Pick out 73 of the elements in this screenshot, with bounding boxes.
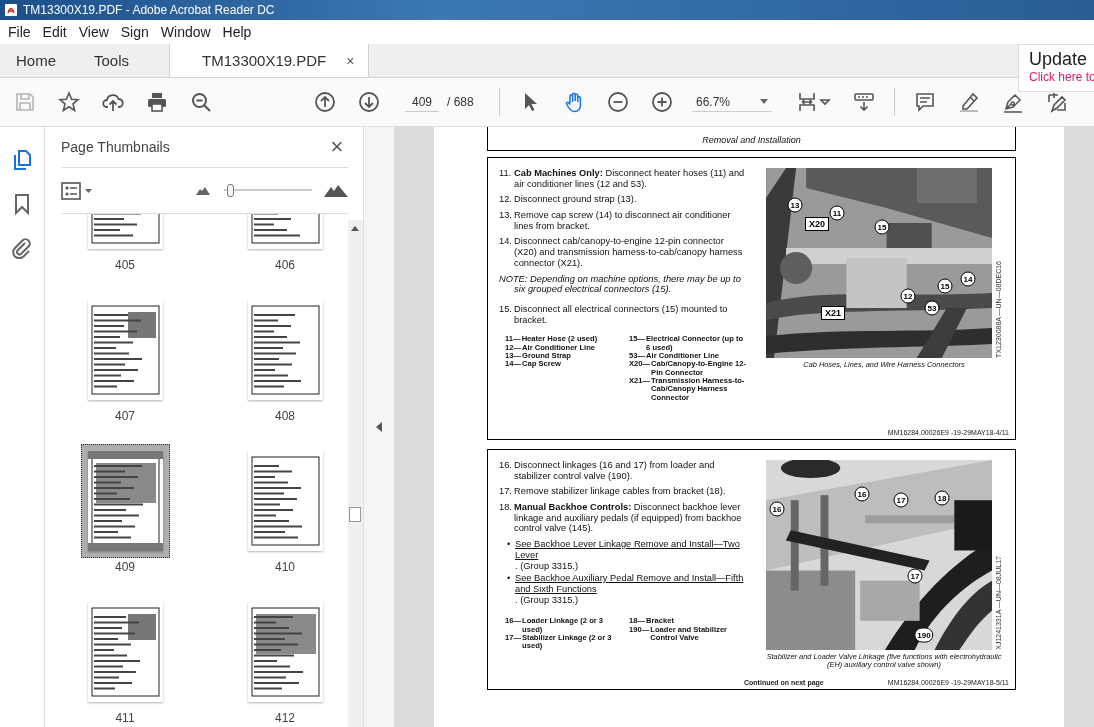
step-number: 17. (499, 486, 513, 498)
thumbnail-label: 411 (115, 711, 135, 725)
page-thumbnail[interactable] (80, 444, 170, 558)
step-number: 16. (499, 460, 513, 472)
menu-item[interactable]: View (72, 24, 115, 40)
link[interactable]: See Backhoe Lever Linkage Remove and Install—Two Lever (515, 539, 749, 561)
zoom-out-icon[interactable] (607, 91, 629, 113)
pen-icon[interactable] (1002, 91, 1024, 113)
print-icon[interactable] (146, 91, 168, 113)
page-count: / 688 (447, 95, 475, 109)
step-text: Cab Machines Only: Disconnect heater hoses (11) and air conditioner lines (12 and 53). (514, 168, 746, 190)
search-icon[interactable] (190, 91, 212, 113)
tab[interactable]: TM13300X19.PDF × (170, 44, 370, 77)
menu-item[interactable]: Help (216, 24, 258, 40)
step-number: 18. (499, 502, 513, 515)
next-page-icon[interactable] (358, 91, 380, 113)
thumbnail-label: 407 (115, 409, 135, 423)
step-text: Manual Backhoe Controls: Disconnect backhoe lever linkage and auxiliary pedals (if equipped) from backhoe control valve (145). (514, 502, 743, 535)
close-button[interactable]: × (326, 136, 348, 158)
page-fit-icon[interactable] (797, 91, 831, 113)
group-reference: . (Group 3315.) (515, 594, 580, 606)
page-number-field[interactable]: 409 (405, 92, 439, 112)
step-number: 13. (499, 210, 513, 223)
small-mountain-icon[interactable] (196, 186, 210, 195)
thumbnail-label: 405 (115, 258, 135, 272)
link[interactable]: See Backhoe Auxiliary Pedal Remove and Install—Fifth and Sixth Functions (515, 573, 749, 595)
step-text: Remove stabilizer linkage cables from bracket (18). (514, 486, 726, 498)
thumbnail-label: 412 (275, 711, 295, 725)
thumbnail-label: 408 (275, 409, 295, 423)
window-title: TM13300X19.PDF - Adobe Acrobat Reader DC (23, 3, 275, 17)
highlighter-icon[interactable] (958, 91, 980, 113)
collapse-icon[interactable] (376, 422, 382, 432)
caret-icon[interactable] (760, 99, 768, 104)
options-menu-icon[interactable] (61, 181, 95, 200)
step-number: 11. (499, 168, 513, 180)
group-reference: . (Group 3315.) (515, 560, 580, 572)
step-number: 15. (499, 303, 513, 316)
step-text: Disconnect linkages (16 and 17) from loader and stabilizer control valve (190). (514, 460, 716, 482)
menu-item[interactable]: Sign (114, 24, 155, 40)
thumbnail-label: 406 (275, 258, 295, 272)
large-mountain-icon[interactable] (324, 184, 348, 197)
note-text: NOTE: Depending on machine options, there may be up to six grouped electrical connectors (15). (499, 273, 742, 295)
pages-icon[interactable] (11, 149, 33, 171)
menu-item[interactable]: File (2, 24, 37, 40)
panel-title: Page Thumbnails (61, 139, 170, 155)
bullet-symbol: • (507, 573, 512, 586)
tab[interactable]: Home (0, 44, 78, 77)
step-number: 14. (499, 236, 513, 249)
step-text: Remove cap screw (14) to disconnect air conditioner lines from bracket. (514, 210, 732, 232)
paperclip-icon[interactable] (11, 237, 33, 259)
menu-item[interactable]: Window (154, 24, 217, 40)
bullet-symbol: • (507, 539, 512, 552)
menu-item[interactable]: Edit (36, 24, 73, 40)
scrollbar-thumb[interactable] (349, 507, 361, 522)
star-icon[interactable] (58, 91, 80, 113)
callout-label: X21 (821, 306, 845, 320)
page-header: Removal and Installation (702, 135, 801, 145)
step-text: Disconnect ground strap (13). (514, 194, 637, 206)
scroll-mode-icon[interactable] (853, 91, 875, 113)
step-text: Disconnect cab/canopy-to-engine 12-pin connector (X20) and transmission harness-to-cab/canopy harness connector (X21). (514, 236, 744, 269)
scroll-up-icon[interactable] (351, 226, 359, 231)
edit-form-icon[interactable] (1046, 91, 1068, 113)
previous-page-icon[interactable] (314, 91, 336, 113)
zoom-dropdown[interactable]: 66.7% (692, 92, 772, 112)
pdf-icon (4, 3, 18, 17)
step-number: 12. (499, 194, 513, 206)
callout-label: X20 (805, 217, 829, 231)
thumbnail-label: 410 (275, 560, 295, 574)
zoom-in-icon[interactable] (651, 91, 673, 113)
comment-icon[interactable] (914, 91, 936, 113)
step-text: Disconnect all electrical connectors (15) mounted to bracket. (514, 303, 729, 326)
cloud-upload-icon[interactable] (102, 91, 124, 113)
thumbnail-label: 409 (115, 560, 135, 574)
